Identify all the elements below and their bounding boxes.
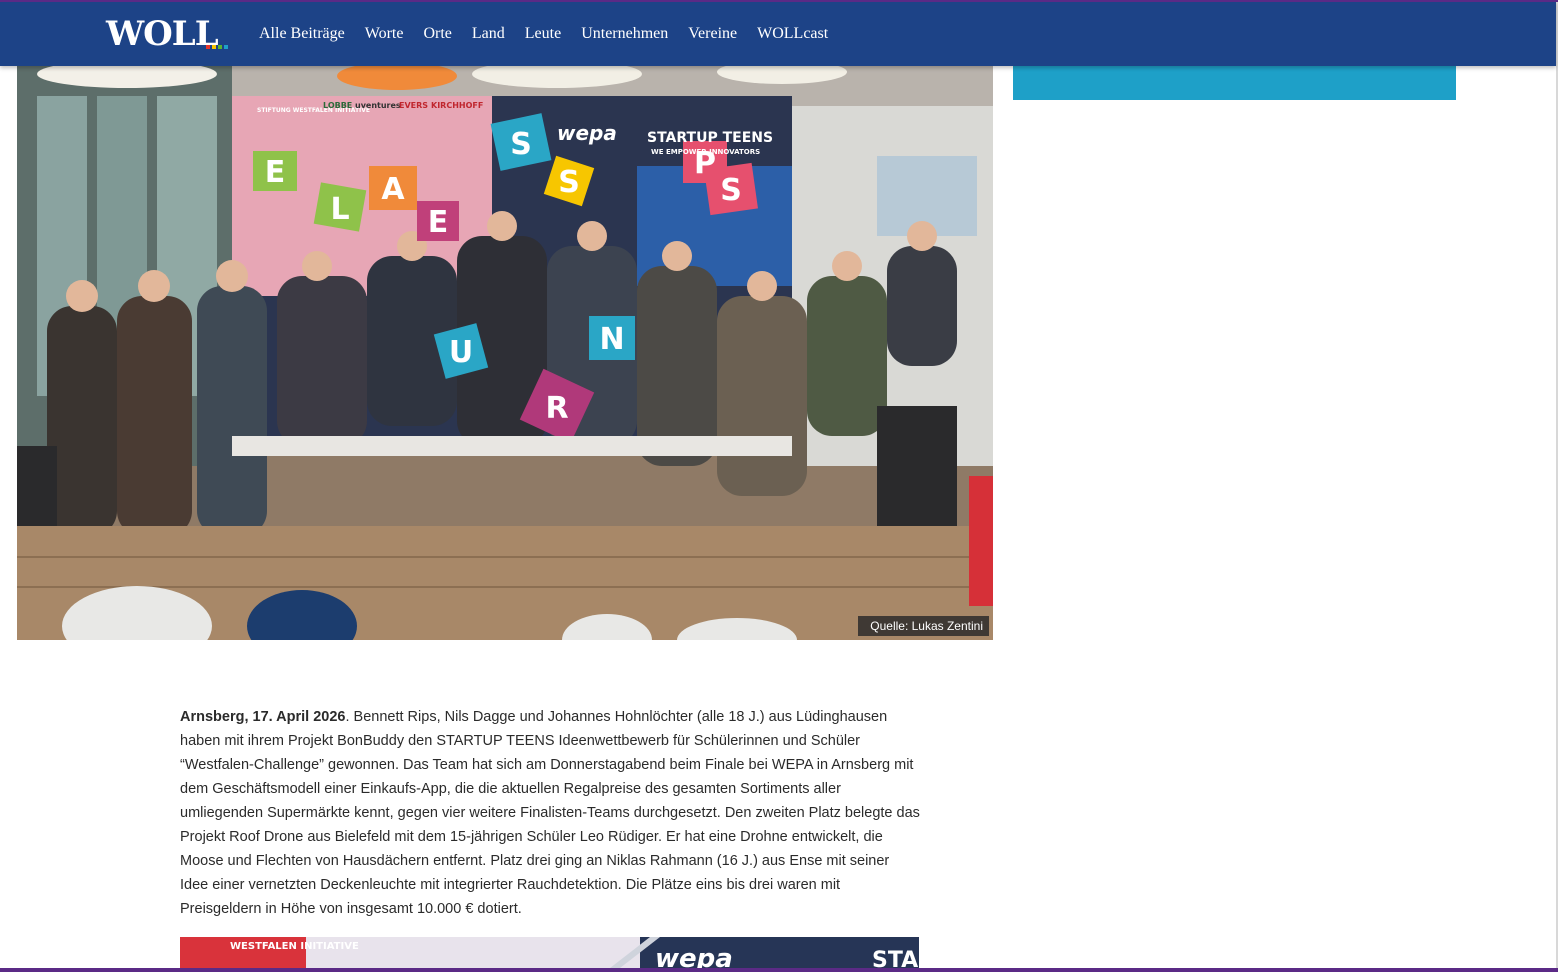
top-edge-line (0, 0, 1558, 2)
cube-letter: S (510, 127, 532, 162)
nav-vereine[interactable]: Vereine (688, 25, 737, 43)
main-nav: Alle Beiträge Worte Orte Land Leute Unte… (259, 2, 848, 66)
cube-letter: E (265, 155, 286, 190)
logo-color-dots (206, 45, 228, 49)
nav-worte[interactable]: Worte (365, 25, 404, 43)
article-body: Arnsberg, 17. April 2026. Bennett Rips, … (180, 705, 920, 921)
cube-letter: N (599, 322, 624, 357)
cube-letter: S (720, 173, 742, 208)
cube-letter: R (545, 391, 568, 426)
sign-uventures: uventures (355, 101, 401, 110)
nav-wollcast[interactable]: WOLLcast (757, 25, 828, 43)
hero-photo-illustration: S E L A E S P S N U R STARTUP TEENS WE E… (17, 66, 993, 640)
cube-letter: A (381, 172, 405, 207)
second-photo: WESTFALEN INITIATIVE wepa STA (180, 937, 919, 968)
sign-kirchhoff: KIRCHHOFF (431, 101, 483, 110)
sign-stiftung: STIFTUNG WESTFALEN INITIATIVE (257, 107, 370, 114)
cube-letter: U (449, 335, 473, 370)
cube-letter: E (428, 205, 449, 240)
hero-photo: S E L A E S P S N U R STARTUP TEENS WE E… (17, 66, 993, 640)
sign-evers: EVERS (399, 101, 428, 110)
cube-letter: L (330, 192, 349, 227)
second-photo-sign-wepa: wepa (655, 944, 733, 968)
second-photo-sign-initiative: WESTFALEN INITIATIVE (230, 941, 359, 952)
sign-startup-teens: STARTUP TEENS (647, 130, 773, 146)
article-paragraph: Arnsberg, 17. April 2026. Bennett Rips, … (180, 705, 920, 921)
bottom-edge-line (0, 968, 1558, 972)
logo-text: WOLL (106, 14, 219, 54)
sidebar-ad-block[interactable] (1013, 60, 1456, 100)
nav-land[interactable]: Land (472, 25, 505, 43)
woll-logo[interactable]: WOLL (106, 16, 240, 52)
second-photo-illustration: WESTFALEN INITIATIVE wepa STA (180, 937, 919, 968)
nav-leute[interactable]: Leute (525, 25, 561, 43)
cube-letter: S (558, 165, 580, 200)
nav-orte[interactable]: Orte (423, 25, 451, 43)
photo-credit: Quelle: Lukas Zentini (858, 616, 989, 636)
nav-alle-beitraege[interactable]: Alle Beiträge (259, 25, 345, 43)
sign-tagline: WE EMPOWER INNOVATORS (651, 148, 760, 156)
article-text: . Bennett Rips, Nils Dagge und Johannes … (180, 709, 920, 917)
site-header: WOLL Alle Beiträge Worte Orte Land Leute… (0, 2, 1556, 66)
second-photo-sign-sta: STA (872, 948, 918, 968)
sign-lobbe: LOBBE (323, 101, 352, 110)
dateline: Arnsberg, 17. April 2026 (180, 709, 346, 725)
sign-wepa: wepa (557, 121, 617, 145)
nav-unternehmen[interactable]: Unternehmen (581, 25, 668, 43)
